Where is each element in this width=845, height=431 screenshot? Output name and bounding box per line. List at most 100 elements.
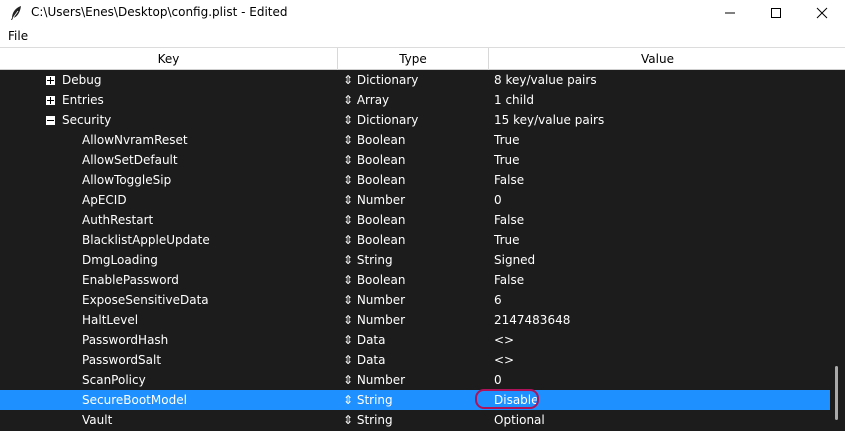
row-type-label: Boolean — [356, 233, 406, 247]
row-key: ScanPolicy — [82, 373, 146, 387]
row-type[interactable]: ⇕ String — [343, 253, 393, 267]
tree-row[interactable]: AuthRestart ⇕ Boolean False — [0, 210, 830, 230]
expand-icon[interactable] — [46, 76, 55, 85]
tree-row[interactable]: ScanPolicy ⇕ Number 0 — [0, 370, 830, 390]
tree-row[interactable]: AllowNvramReset ⇕ Boolean True — [0, 130, 830, 150]
column-header-value[interactable]: Value — [489, 48, 826, 70]
tree-row[interactable]: Debug ⇕ Dictionary 8 key/value pairs — [0, 70, 830, 90]
window-title: C:\Users\Enes\Desktop\config.plist - Edi… — [31, 5, 288, 19]
row-value[interactable]: True — [494, 153, 520, 167]
row-type[interactable]: ⇕ Boolean — [343, 233, 405, 247]
row-key: Security — [62, 113, 112, 127]
row-key: BlacklistAppleUpdate — [82, 233, 210, 247]
row-key: AllowNvramReset — [82, 133, 188, 147]
row-type[interactable]: ⇕ Data — [343, 353, 385, 367]
row-type-label: String — [356, 253, 393, 267]
tree-row[interactable]: Vault ⇕ String Optional — [0, 410, 830, 430]
collapse-icon[interactable] — [46, 116, 55, 125]
minimize-button[interactable] — [707, 0, 753, 26]
tree-row[interactable]: ExposeSensitiveData ⇕ Number 6 — [0, 290, 830, 310]
column-header-type[interactable]: Type — [338, 48, 489, 70]
row-key: AllowSetDefault — [82, 153, 178, 167]
row-value[interactable]: False — [494, 213, 524, 227]
tree-row[interactable]: Security ⇕ Dictionary 15 key/value pairs — [0, 110, 830, 130]
tree-row[interactable]: HaltLevel ⇕ Number 2147483648 — [0, 310, 830, 330]
tree-row[interactable]: SecureBootModel ⇕ String Disable — [0, 390, 830, 410]
row-type-label: Dictionary — [356, 113, 419, 127]
row-type-label: String — [356, 393, 393, 407]
row-type-label: String — [356, 413, 393, 427]
row-type-label: Boolean — [356, 173, 406, 187]
updown-arrow-icon: ⇕ — [343, 153, 354, 167]
updown-arrow-icon: ⇕ — [343, 173, 354, 187]
updown-arrow-icon: ⇕ — [343, 333, 354, 347]
row-type[interactable]: ⇕ Array — [343, 93, 389, 107]
row-value[interactable]: 6 — [494, 293, 502, 307]
scrollbar-thumb[interactable] — [835, 366, 838, 420]
tree-row[interactable]: AllowSetDefault ⇕ Boolean True — [0, 150, 830, 170]
updown-arrow-icon: ⇕ — [343, 133, 354, 147]
updown-arrow-icon: ⇕ — [343, 413, 354, 427]
updown-arrow-icon: ⇕ — [343, 113, 354, 127]
updown-arrow-icon: ⇕ — [343, 73, 354, 87]
row-type[interactable]: ⇕ Dictionary — [343, 73, 418, 87]
row-key: EnablePassword — [82, 273, 179, 287]
row-value[interactable]: Signed — [494, 253, 535, 267]
row-type[interactable]: ⇕ Number — [343, 193, 405, 207]
row-value[interactable]: 0 — [494, 373, 502, 387]
row-type-label: Number — [356, 373, 406, 387]
tree-row[interactable]: EnablePassword ⇕ Boolean False — [0, 270, 830, 290]
row-type-label: Array — [356, 93, 390, 107]
row-type[interactable]: ⇕ String — [343, 413, 393, 427]
row-value[interactable]: 8 key/value pairs — [494, 73, 597, 87]
row-type-label: Number — [356, 193, 406, 207]
row-type[interactable]: ⇕ Boolean — [343, 213, 405, 227]
row-value[interactable]: False — [494, 273, 524, 287]
maximize-icon — [771, 8, 781, 18]
tree-row[interactable]: Entries ⇕ Array 1 child — [0, 90, 830, 110]
row-value[interactable]: False — [494, 173, 524, 187]
row-type[interactable]: ⇕ Number — [343, 293, 405, 307]
row-type-label: Boolean — [356, 273, 406, 287]
row-value[interactable]: 15 key/value pairs — [494, 113, 604, 127]
row-type-label: Boolean — [356, 133, 406, 147]
row-type-label: Data — [356, 333, 386, 347]
row-value[interactable]: 2147483648 — [494, 313, 570, 327]
row-value[interactable]: True — [494, 133, 520, 147]
plist-tree[interactable]: Debug ⇕ Dictionary 8 key/value pairs Entrie… — [0, 70, 830, 431]
maximize-button[interactable] — [753, 0, 799, 26]
column-header-key[interactable]: Key — [0, 48, 338, 70]
tree-row[interactable]: PasswordSalt ⇕ Data <> — [0, 350, 830, 370]
tree-row[interactable]: PasswordHash ⇕ Data <> — [0, 330, 830, 350]
row-type[interactable]: ⇕ Dictionary — [343, 113, 418, 127]
row-value[interactable]: 1 child — [494, 93, 534, 107]
row-value[interactable]: <> — [494, 353, 514, 367]
row-type[interactable]: ⇕ Data — [343, 333, 385, 347]
updown-arrow-icon: ⇕ — [343, 213, 354, 227]
row-key: Entries — [62, 93, 104, 107]
menu-file[interactable]: File — [8, 29, 28, 43]
tree-row[interactable]: AllowToggleSip ⇕ Boolean False — [0, 170, 830, 190]
close-button[interactable] — [799, 0, 845, 26]
row-type[interactable]: ⇕ Number — [343, 373, 405, 387]
tree-row[interactable]: ApECID ⇕ Number 0 — [0, 190, 830, 210]
row-type[interactable]: ⇕ Number — [343, 313, 405, 327]
tree-row[interactable]: BlacklistAppleUpdate ⇕ Boolean True — [0, 230, 830, 250]
row-value[interactable]: <> — [494, 333, 514, 347]
row-type[interactable]: ⇕ Boolean — [343, 133, 405, 147]
row-type[interactable]: ⇕ Boolean — [343, 153, 405, 167]
row-value[interactable]: True — [494, 233, 520, 247]
row-key: HaltLevel — [82, 313, 139, 327]
updown-arrow-icon: ⇕ — [343, 293, 354, 307]
row-key: AuthRestart — [82, 213, 154, 227]
row-value[interactable]: 0 — [494, 193, 502, 207]
expand-icon[interactable] — [46, 96, 55, 105]
tree-row[interactable]: DmgLoading ⇕ String Signed — [0, 250, 830, 270]
row-type[interactable]: ⇕ Boolean — [343, 273, 405, 287]
row-type-label: Number — [356, 313, 406, 327]
row-value[interactable]: Optional — [494, 413, 545, 427]
menu-bar: File — [0, 26, 845, 46]
row-type[interactable]: ⇕ String — [343, 393, 393, 407]
updown-arrow-icon: ⇕ — [343, 253, 354, 267]
row-type[interactable]: ⇕ Boolean — [343, 173, 405, 187]
